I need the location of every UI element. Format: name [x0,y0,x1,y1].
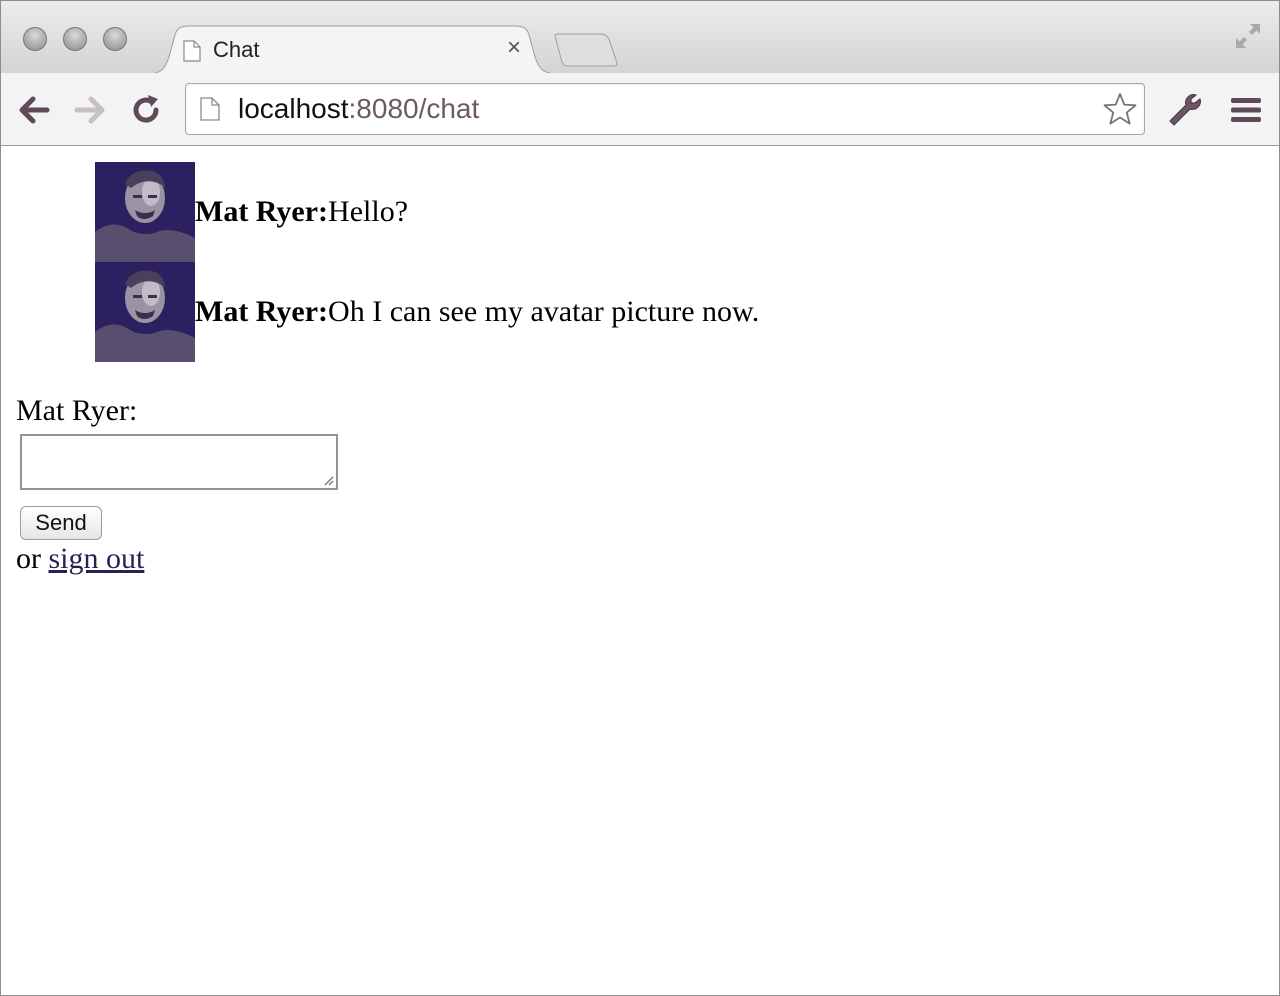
page-document-icon [200,97,220,121]
url-host: localhost [238,93,349,124]
tab-close-icon[interactable]: × [507,35,521,61]
signout-prefix: or [16,542,49,575]
title-bar: Chat × [1,1,1279,75]
wrench-icon[interactable] [1165,91,1203,129]
address-bar[interactable]: localhost:8080/chat [185,83,1145,135]
close-window-button[interactable] [23,27,47,51]
message-author: Mat Ryer: [195,295,329,328]
chat-form: Mat Ryer: Send or sign out [16,394,338,575]
message-textarea[interactable] [20,434,338,490]
minimize-window-button[interactable] [63,27,87,51]
message-text: Hello? [328,195,409,228]
tab-chat[interactable]: Chat × [147,25,559,75]
send-button[interactable]: Send [20,506,102,540]
sign-out-link[interactable]: sign out [49,542,145,575]
page-content: Mat Ryer: Hello? Mat Ryer: Oh I can see m… [1,146,1279,995]
list-item: Mat Ryer: Oh I can see my avatar picture… [95,262,759,362]
fullscreen-icon[interactable] [1233,21,1263,51]
user-name-label: Mat Ryer: [16,394,138,427]
list-item: Mat Ryer: Hello? [95,162,759,262]
forward-arrow-icon[interactable] [73,93,107,127]
bookmark-star-icon[interactable] [1102,92,1138,126]
zoom-window-button[interactable] [103,27,127,51]
message-author: Mat Ryer: [195,195,329,228]
message-list: Mat Ryer: Hello? Mat Ryer: Oh I can see m… [95,162,759,362]
menu-icon[interactable] [1229,95,1263,125]
back-arrow-icon[interactable] [17,93,51,127]
signout-line: or sign out [16,542,144,576]
tab-background [147,25,559,75]
avatar [95,162,195,262]
url-text[interactable]: localhost:8080/chat [238,93,479,125]
url-path: :8080/chat [348,93,480,124]
tab-title: Chat [213,37,260,62]
new-tab-button[interactable] [553,33,619,67]
reload-icon[interactable] [129,93,163,127]
browser-window: Chat × localhost:8080/chat Mat Ryer: Hel… [0,0,1280,996]
avatar [95,262,195,362]
browser-toolbar: localhost:8080/chat [1,73,1279,146]
resize-grip-icon[interactable] [322,474,334,486]
page-document-icon [183,40,201,62]
message-text: Oh I can see my avatar picture now. [328,295,760,328]
